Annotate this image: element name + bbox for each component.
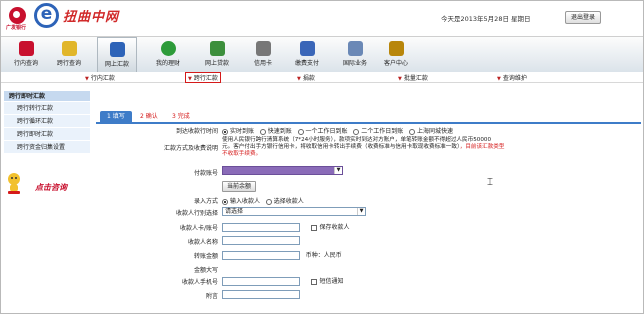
name-input[interactable]: [222, 236, 300, 245]
triangle-icon: ▼: [188, 76, 192, 82]
entry-option-select[interactable]: 选择收款人: [265, 198, 304, 205]
page: 广发银行 e 扭曲中网 今天是2013年5月28日 星期日 退出登录 行内查询 …: [0, 0, 644, 314]
bank-logo-icon: [9, 7, 26, 24]
content-area: 跨行即时汇款 跨行转行汇款 跨行循环汇款 跨行即时汇款 跨行资金归集设置 点击咨…: [1, 83, 643, 313]
entry-options: 输入收款人 选择收款人: [222, 196, 304, 205]
remark-label: 附言: [205, 293, 218, 300]
sub-nav: ▼ 行内汇款 ▼ 跨行汇款 ▼ 捐款 ▼ 批量汇款 ▼ 查询维护: [1, 72, 643, 83]
arrival-option-two-day[interactable]: 二个工作日到账: [353, 128, 403, 135]
arrival-options: 实时到账 快速到账 一个工作日到账 二个工作日到账 上海同城快速: [222, 126, 453, 135]
ie-icon: [109, 42, 125, 57]
amount-input[interactable]: [222, 251, 300, 260]
date-text: 今天是2013年5月28日 星期日: [441, 15, 531, 23]
nav-item-online-remit[interactable]: 网上汇款: [97, 37, 137, 73]
header: 广发银行 e 扭曲中网 今天是2013年5月28日 星期日 退出登录: [1, 1, 643, 36]
credit-card-icon: [255, 41, 271, 56]
amount-label: 转账金额: [193, 253, 218, 260]
mascot-icon[interactable]: [4, 171, 24, 195]
mouse-cursor-icon: ⌶: [487, 177, 493, 188]
grid-icon: [61, 41, 77, 56]
nav-item-crossbank-query[interactable]: 跨行查询: [49, 37, 89, 73]
save-payee-checkbox[interactable]: 保存收款人: [311, 224, 349, 231]
plant-icon: [209, 41, 225, 56]
remark-input[interactable]: [222, 290, 300, 299]
currency-text: 币种：人民币: [305, 252, 342, 259]
fee-label: 汇款方式及收费说明: [163, 145, 218, 152]
customer-icon: [388, 41, 404, 56]
account-label: 付款账号: [193, 170, 218, 177]
consult-link[interactable]: 点击咨询: [35, 182, 67, 193]
house-icon: [299, 41, 315, 56]
step-indicator: 1 填写 2 确认 3 完成: [96, 111, 641, 122]
card-label: 收款人卡/账号: [179, 225, 218, 232]
entry-option-input[interactable]: 输入收款人: [222, 198, 260, 205]
step-divider: [96, 122, 641, 124]
nav-item-finance[interactable]: 我的理财: [148, 37, 188, 73]
bank-name: 广发银行: [6, 25, 27, 31]
triangle-icon: ▼: [398, 76, 402, 82]
nav-item-inbank-query[interactable]: 行内查询: [6, 37, 46, 73]
account-select[interactable]: ▼: [222, 166, 343, 177]
sidebar-item-fund-collect[interactable]: 跨行资金归集设置: [4, 141, 90, 154]
bank-type-select[interactable]: 请选择 ▼: [222, 207, 366, 216]
triangle-icon: ▼: [85, 76, 89, 82]
main-nav: 行内查询 跨行查询 网上汇款 我的理财 网上贷款 信用卡 缴费支付 国际业务 客…: [1, 36, 643, 73]
globe-icon: [347, 41, 363, 56]
fee-description: 使用人民银行跨行清算系统（7*24小时服务），款项实时到达对方账户，单笔转账金额…: [222, 137, 505, 157]
subnav-batch-remit[interactable]: ▼ 批量汇款: [398, 73, 428, 82]
name-label: 收款人名称: [187, 239, 218, 246]
arrival-option-shanghai[interactable]: 上海同城快速: [409, 128, 453, 135]
step-confirm: 2 确认: [140, 113, 158, 120]
sidebar-item-cycle[interactable]: 跨行循环汇款: [4, 115, 90, 128]
step-fill: 1 填写: [100, 111, 132, 122]
triangle-icon: ▼: [497, 76, 501, 82]
nav-item-loan[interactable]: 网上贷款: [197, 37, 237, 73]
chart-icon: [160, 41, 176, 56]
subnav-inbank-remit[interactable]: ▼ 行内汇款: [85, 73, 115, 82]
triangle-icon: ▼: [297, 76, 301, 82]
ebank-logo-icon: e: [34, 3, 59, 28]
chevron-down-icon: ▼: [334, 167, 342, 174]
brand-title: 扭曲中网: [63, 10, 120, 25]
step-complete: 3 完成: [172, 113, 190, 120]
phone-input[interactable]: [222, 277, 300, 286]
phone-label: 收款人手机号: [181, 279, 218, 286]
sidebar-item-instant[interactable]: 跨行即时汇款: [4, 128, 90, 141]
nav-item-international[interactable]: 国际业务: [335, 37, 375, 73]
entry-label: 录入方式: [193, 198, 218, 205]
arrival-option-one-day[interactable]: 一个工作日到账: [297, 128, 348, 135]
card-input[interactable]: [222, 223, 300, 232]
sidebar-title[interactable]: 跨行即时汇款: [4, 91, 90, 102]
amount-upper-label: 金额大写: [193, 267, 218, 274]
subnav-query-maintenance[interactable]: ▼ 查询维护: [497, 73, 527, 82]
subnav-donation[interactable]: ▼ 捐款: [297, 73, 315, 82]
arrival-option-realtime[interactable]: 实时到账: [222, 128, 254, 135]
nav-item-customer-center[interactable]: 客户中心: [376, 37, 416, 73]
arrival-label: 到达收款行时间: [175, 128, 218, 135]
nav-item-credit-card[interactable]: 信用卡: [243, 37, 283, 73]
bank-type-label: 收款人行别选择: [175, 210, 218, 217]
arrival-option-fast[interactable]: 快速到账: [259, 128, 292, 135]
balance-button[interactable]: 当前余额: [222, 181, 257, 192]
chevron-down-icon: ▼: [357, 208, 365, 215]
logout-button[interactable]: 退出登录: [565, 11, 601, 24]
query-icon: [18, 41, 34, 56]
nav-item-payment[interactable]: 缴费支付: [287, 37, 327, 73]
sms-checkbox[interactable]: 短信通知: [311, 278, 343, 285]
subnav-crossbank-remit[interactable]: ▼ 跨行汇款: [185, 72, 221, 83]
sidebar-item-transfer[interactable]: 跨行转行汇款: [4, 102, 90, 115]
sidebar: 跨行即时汇款 跨行转行汇款 跨行循环汇款 跨行即时汇款 跨行资金归集设置 点击咨…: [4, 91, 90, 311]
